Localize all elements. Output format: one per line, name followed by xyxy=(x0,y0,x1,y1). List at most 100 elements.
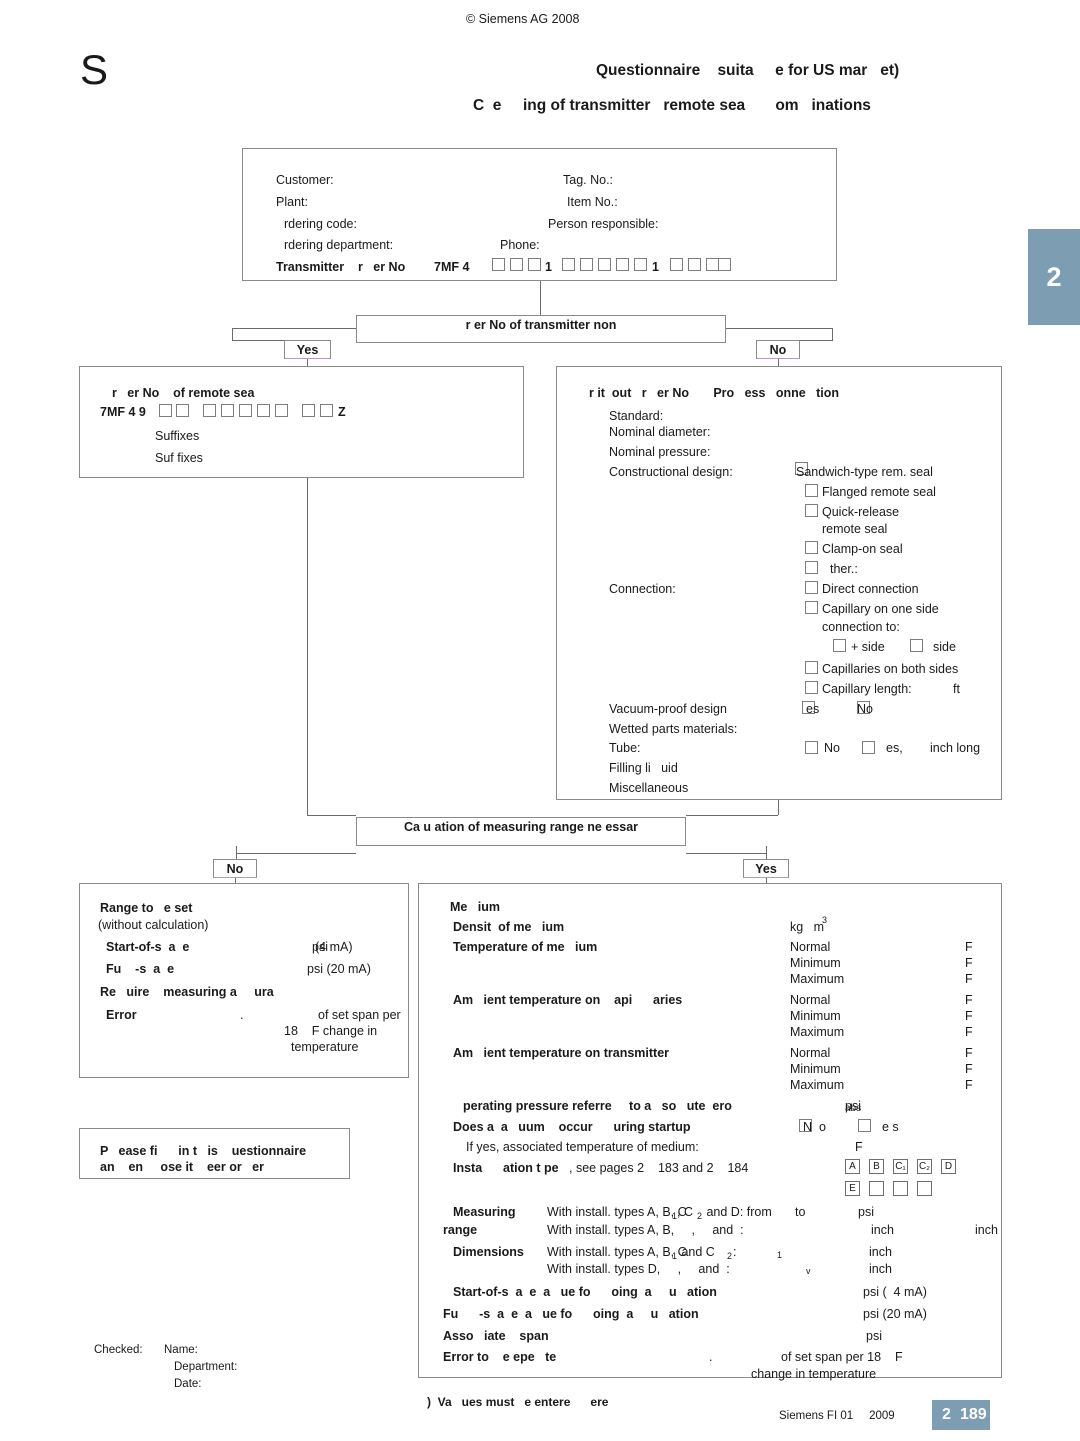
design-other-checkbox[interactable] xyxy=(805,561,818,574)
page-letter-mark: S xyxy=(80,46,109,93)
dimensions-row1-and: and C xyxy=(678,1245,715,1259)
medium-title: Me ium xyxy=(450,900,501,914)
ambient-cap-minimum-unit: F xyxy=(965,1009,973,1023)
order-no-digit-box[interactable] xyxy=(634,258,647,271)
install-type-blank-box[interactable] xyxy=(893,1181,908,1196)
order-no-digit-box[interactable] xyxy=(562,258,575,271)
dimensions-label: Dimensions xyxy=(453,1245,524,1259)
ordering-department-label: rdering department: xyxy=(284,238,394,252)
install-type-blank-box[interactable] xyxy=(917,1181,932,1196)
tube-label: Tube: xyxy=(609,741,641,755)
seal-order-digit-box[interactable] xyxy=(176,404,189,417)
order-no-digit-box[interactable] xyxy=(580,258,593,271)
measuring-range-row1-end: and D: from xyxy=(703,1205,772,1219)
ambient-tx-minimum: Minimum xyxy=(790,1062,841,1076)
flow-connector xyxy=(307,359,308,366)
install-type-c1-box[interactable]: C₁ xyxy=(893,1159,908,1174)
error-text-1: of set span per xyxy=(318,1008,401,1022)
decision2-yes-badge: Yes xyxy=(743,859,789,878)
capillary-length-checkbox[interactable] xyxy=(805,681,818,694)
remote-seal-prefix: 7MF 4 9 xyxy=(100,405,146,419)
decision-calculation-required: Ca u ation of measuring range ne essar xyxy=(356,817,686,846)
install-type-c2-box[interactable]: C₂ xyxy=(917,1159,932,1174)
design-flanged-checkbox[interactable] xyxy=(805,484,818,497)
flow-connector xyxy=(236,853,356,854)
connection-direct-label: Direct connection xyxy=(822,582,919,596)
dimensions-row2-text: With install. types D, , and : xyxy=(547,1262,730,1276)
flow-connector xyxy=(832,328,833,341)
standard-label: Standard: xyxy=(609,409,664,423)
dimensions-row2-var: v xyxy=(806,1266,811,1276)
range-without-calculation-subtitle: (without calculation) xyxy=(98,918,209,932)
connection-minus-side-checkbox[interactable] xyxy=(910,639,923,652)
install-type-blank-box[interactable] xyxy=(869,1181,884,1196)
tag-no-label: Tag. No.: xyxy=(563,173,614,187)
design-flanged-label: Flanged remote seal xyxy=(822,485,936,499)
measuring-range-row1-to: to xyxy=(795,1205,806,1219)
installation-type-label: Insta ation t pe xyxy=(453,1161,559,1175)
tube-yes-checkbox[interactable] xyxy=(862,741,875,754)
density-unit-exponent: 3 xyxy=(822,915,828,925)
decision-transmitter-order-no: r er No of transmitter non xyxy=(356,315,726,343)
design-quick-release-label2: remote seal xyxy=(822,522,888,536)
order-no-digit-box[interactable] xyxy=(718,258,731,271)
ambient-cap-minimum: Minimum xyxy=(790,1009,841,1023)
order-no-digit-box[interactable] xyxy=(598,258,611,271)
ambient-tx-normal-unit: F xyxy=(965,1046,973,1060)
remote-seal-title: r er No of remote sea xyxy=(112,386,255,400)
range-to-be-set-title: Range to e set xyxy=(100,901,193,915)
measuring-range-row2-unit2: inch xyxy=(975,1223,998,1237)
vacuum-startup-yes-checkbox[interactable] xyxy=(858,1119,871,1132)
seal-order-digit-box[interactable] xyxy=(302,404,315,417)
connection-capillary-one-side-checkbox[interactable] xyxy=(805,601,818,614)
seal-order-digit-box[interactable] xyxy=(159,404,172,417)
if-yes-temperature-unit: F xyxy=(855,1140,863,1154)
seal-order-digit-box[interactable] xyxy=(320,404,333,417)
decision2-no-badge: No xyxy=(213,859,257,878)
connection-capillaries-both-checkbox[interactable] xyxy=(805,661,818,674)
seal-order-digit-box[interactable] xyxy=(203,404,216,417)
measuring-range-row1-sub2: 2 xyxy=(697,1211,703,1221)
order-no-digit-box[interactable] xyxy=(492,258,505,271)
chapter-side-tab: 2 xyxy=(1028,229,1080,325)
ambient-cap-normal: Normal xyxy=(790,993,831,1007)
order-no-digit-box[interactable] xyxy=(670,258,683,271)
seal-order-digit-box[interactable] xyxy=(221,404,234,417)
dimensions-row1-colon: : xyxy=(733,1245,737,1259)
error-to-be-expected-dot: . xyxy=(709,1350,713,1364)
seal-order-digit-box[interactable] xyxy=(257,404,270,417)
install-type-b-box[interactable]: B xyxy=(869,1159,884,1174)
order-no-digit-box[interactable] xyxy=(688,258,701,271)
phone-label: Phone: xyxy=(500,238,540,252)
dimensions-row1-sub1: 1 xyxy=(672,1251,678,1261)
associated-span-unit: psi xyxy=(866,1329,882,1343)
install-type-e-box[interactable]: E xyxy=(845,1181,860,1196)
order-no-digit-box[interactable] xyxy=(510,258,523,271)
measuring-range-row2-text: With install. types A, B, , and : xyxy=(547,1223,744,1237)
install-type-d-box[interactable]: D xyxy=(941,1159,956,1174)
vacuum-proof-no-label: No xyxy=(857,702,873,716)
flow-connector xyxy=(726,328,832,329)
temp-medium-normal: Normal xyxy=(790,940,831,954)
design-sandwich-label: Sandwich-type rem. seal xyxy=(796,465,933,479)
seal-order-digit-box[interactable] xyxy=(239,404,252,417)
dimensions-row1-text: With install. types A, B, C xyxy=(547,1245,687,1259)
tube-no-checkbox[interactable] xyxy=(805,741,818,754)
error-text-2: 18 F change in xyxy=(284,1024,378,1038)
error-label: Error xyxy=(106,1008,137,1022)
plant-label: Plant: xyxy=(276,195,308,209)
full-scale-calc-unit: psi (20 mA) xyxy=(863,1307,927,1321)
seal-order-digit-box[interactable] xyxy=(275,404,288,417)
design-quick-release-checkbox[interactable] xyxy=(805,504,818,517)
connection-label: Connection: xyxy=(609,582,676,596)
connection-capillaries-both-label: Capillaries on both sides xyxy=(822,662,959,676)
order-no-digit-box[interactable] xyxy=(616,258,629,271)
design-clamp-on-checkbox[interactable] xyxy=(805,541,818,554)
connection-to-label: connection to: xyxy=(822,620,900,634)
connection-direct-checkbox[interactable] xyxy=(805,581,818,594)
install-type-a-box[interactable]: A xyxy=(845,1159,860,1174)
connection-plus-side-checkbox[interactable] xyxy=(833,639,846,652)
transmitter-order-no-label: Transmitter r er No xyxy=(276,260,406,274)
flow-connector xyxy=(236,846,237,859)
order-no-digit-box[interactable] xyxy=(528,258,541,271)
